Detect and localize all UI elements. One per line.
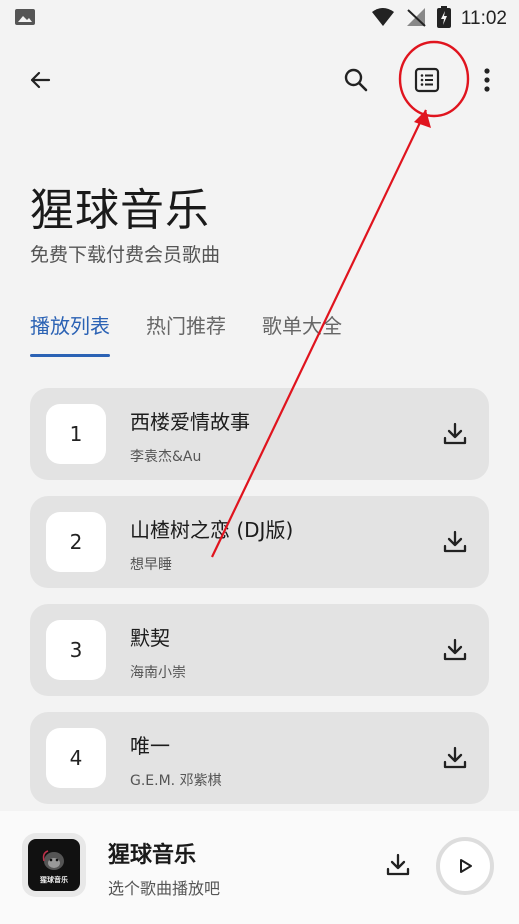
song-item[interactable]: 2 山楂树之恋 (DJ版) 想早睡 xyxy=(30,496,489,588)
download-icon xyxy=(443,530,467,553)
download-icon xyxy=(386,853,410,876)
no-signal-icon xyxy=(405,7,427,31)
more-options-button[interactable] xyxy=(463,56,511,104)
play-button[interactable] xyxy=(436,837,494,895)
song-index: 2 xyxy=(46,512,106,572)
tab-hot-recommend[interactable]: 热门推荐 xyxy=(146,310,226,357)
player-title: 猩球音乐 xyxy=(108,843,197,868)
song-artist: 海南小崇 xyxy=(130,665,186,681)
download-button[interactable] xyxy=(441,528,469,556)
playlist-button[interactable] xyxy=(403,56,451,104)
song-list: 1 西楼爱情故事 李袁杰&Au 2 山楂树之恋 (DJ版) 想早睡 3 默契 海… xyxy=(30,388,489,820)
song-artist: 想早睡 xyxy=(130,557,172,573)
song-item[interactable]: 3 默契 海南小崇 xyxy=(30,604,489,696)
download-icon xyxy=(443,746,467,769)
download-button[interactable] xyxy=(441,420,469,448)
app-bar xyxy=(0,50,519,110)
album-cover: 猩球音乐 xyxy=(22,833,86,897)
download-button[interactable] xyxy=(441,636,469,664)
song-item[interactable]: 1 西楼爱情故事 李袁杰&Au xyxy=(30,388,489,480)
tab-song-lists[interactable]: 歌单大全 xyxy=(262,310,342,357)
more-vert-icon xyxy=(484,68,490,92)
download-button[interactable] xyxy=(441,744,469,772)
clock: 11:02 xyxy=(460,8,507,29)
page-title: 猩球音乐 xyxy=(30,185,210,236)
annotation-arrow-head xyxy=(414,110,431,128)
image-notification-icon xyxy=(14,8,36,26)
player-subtitle: 选个歌曲播放吧 xyxy=(108,879,221,898)
battery-icon xyxy=(436,6,451,32)
download-icon xyxy=(443,422,467,445)
song-artist: 李袁杰&Au xyxy=(130,449,202,465)
song-index: 4 xyxy=(46,728,106,788)
song-index: 3 xyxy=(46,620,106,680)
song-item[interactable]: 4 唯一 G.E.M. 邓紫棋 xyxy=(30,712,489,804)
download-icon xyxy=(443,638,467,661)
page-subtitle: 免费下载付费会员歌曲 xyxy=(30,244,221,266)
song-title: 西楼爱情故事 xyxy=(130,410,250,434)
search-button[interactable] xyxy=(332,56,380,104)
tab-playlist[interactable]: 播放列表 xyxy=(30,310,110,357)
song-title: 唯一 xyxy=(130,734,170,758)
list-icon xyxy=(414,67,440,93)
song-title: 山楂树之恋 (DJ版) xyxy=(130,518,294,542)
player-download-button[interactable] xyxy=(384,851,412,879)
cover-caption: 猩球音乐 xyxy=(40,876,68,884)
song-title: 默契 xyxy=(130,626,170,650)
status-bar: 11:02 xyxy=(0,0,519,36)
wifi-icon xyxy=(371,7,395,31)
search-icon xyxy=(344,68,368,92)
song-index: 1 xyxy=(46,404,106,464)
mini-player[interactable]: 猩球音乐 猩球音乐 选个歌曲播放吧 xyxy=(0,811,519,924)
play-icon xyxy=(460,859,472,873)
back-button[interactable] xyxy=(16,56,64,104)
tab-bar: 播放列表 热门推荐 歌单大全 xyxy=(30,310,342,357)
song-artist: G.E.M. 邓紫棋 xyxy=(130,773,222,789)
arrow-left-icon xyxy=(30,71,51,89)
